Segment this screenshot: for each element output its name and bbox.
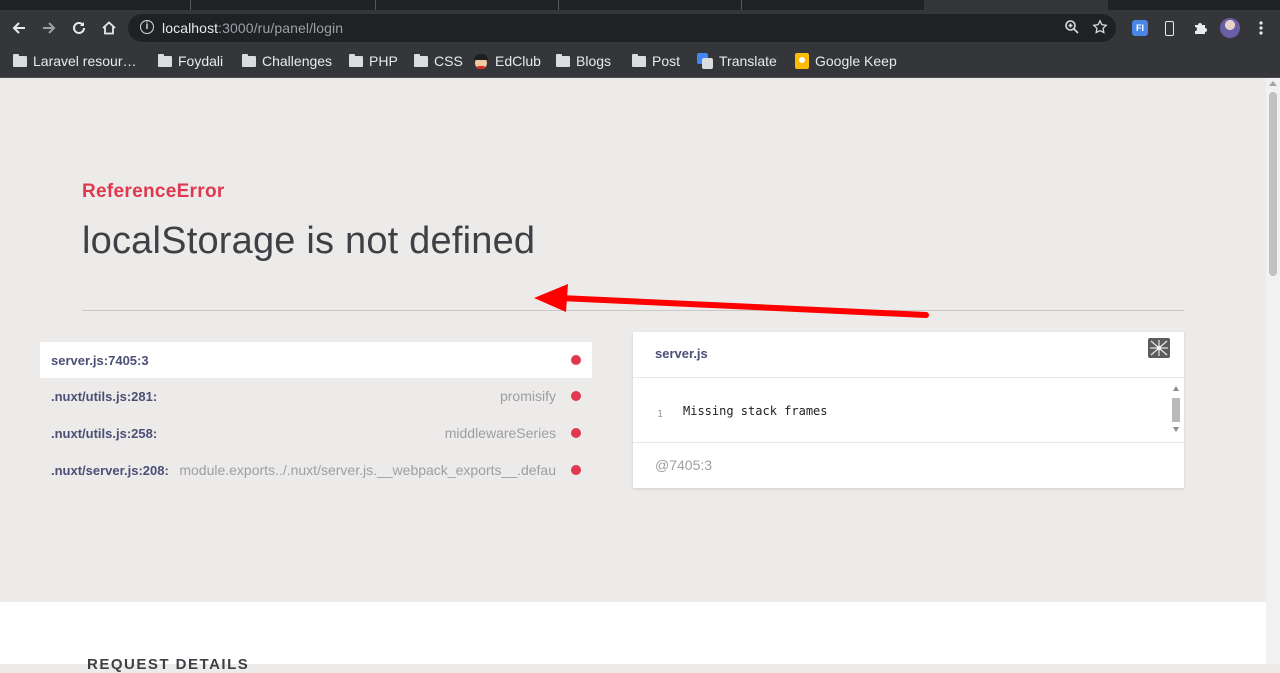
folder-icon [158,53,172,67]
reload-icon[interactable] [68,17,90,39]
page-scrollbar[interactable] [1266,78,1280,664]
puzzle-icon[interactable] [1191,18,1209,38]
stack-frame[interactable]: .nuxt/server.js:208: module.exports../.n… [40,452,592,488]
bookmarks-bar: Laravel resour… Foydali Challenges PHP C… [0,46,1280,78]
frame-location: server.js:7405:3 [51,352,149,368]
folder-icon [242,53,256,67]
url-text: localhost:3000/ru/panel/login [162,20,343,36]
forward-arrow-icon[interactable] [38,17,60,39]
frame-location: .nuxt/utils.js:258: [51,425,158,441]
bookmark-edclub[interactable]: EdClub [473,51,541,71]
address-bar[interactable]: i localhost:3000/ru/panel/login [128,14,1116,42]
stack-frame[interactable]: .nuxt/utils.js:281: promisify [40,378,592,414]
request-details-section: REQUEST DETAILS [0,602,1266,673]
browser-toolbar: i localhost:3000/ru/panel/login FI [0,10,1280,46]
tab-strip [0,0,1280,10]
bookmark-blogs[interactable]: Blogs [556,51,611,71]
url-host: localhost [162,20,219,36]
bookmark-foydali[interactable]: Foydali [158,51,223,71]
frame-dot-icon [571,355,581,365]
frame-function: module.exports../.nuxt/server.js.__webpa… [179,462,556,478]
line-number: 1 [657,409,664,420]
bookmark-label: Translate [719,53,777,69]
scroll-up-icon[interactable] [1269,81,1277,86]
frame-function: middlewareSeries [444,425,556,441]
star-icon[interactable] [1092,19,1108,39]
tab-separator [558,0,559,10]
annotation-arrow [534,284,929,318]
back-arrow-icon[interactable] [8,17,30,39]
folder-icon [414,53,428,67]
code-panel: server.js 1 Missing stack frames @7405:3 [633,332,1184,488]
bookmark-label: CSS [434,53,463,69]
folder-icon [556,53,570,67]
code-scrollbar[interactable] [1170,386,1182,434]
active-tab[interactable] [924,0,1108,10]
stack-frame[interactable]: server.js:7405:3 [40,342,592,378]
bookmark-label: EdClub [495,53,541,69]
folder-icon [349,53,363,67]
bookmark-label: Challenges [262,53,333,69]
bookmark-label: PHP [369,53,398,69]
url-path: :3000/ru/panel/login [218,20,344,36]
bookmark-label: Foydali [178,53,224,69]
bookmark-css[interactable]: CSS [414,51,463,71]
error-message: localStorage is not defined [82,220,536,262]
tab-separator [741,0,742,10]
home-icon[interactable] [98,17,120,39]
frame-dot-icon [571,465,581,475]
edclub-icon [473,53,489,69]
frame-function: promisify [499,388,556,404]
code-view[interactable]: 1 Missing stack frames [633,378,1184,442]
bookmark-laravel[interactable]: Laravel resour… [13,51,137,71]
google-keep-icon [795,53,809,69]
info-icon[interactable]: i [140,20,154,34]
frame-location: .nuxt/utils.js:281: [51,388,158,404]
bookmark-translate[interactable]: Translate [697,51,777,71]
request-details-heading: REQUEST DETAILS [87,656,250,673]
frame-location: .nuxt/server.js:208: [51,462,169,478]
zoom-icon[interactable] [1064,19,1080,39]
folder-icon [13,53,27,67]
divider [633,442,1184,443]
frame-dot-icon [571,428,581,438]
tab-separator [190,0,191,10]
kebab-menu-icon[interactable] [1254,18,1268,38]
scroll-thumb[interactable] [1172,398,1180,422]
bookmark-php[interactable]: PHP [349,51,398,71]
scroll-thumb[interactable] [1269,92,1277,276]
error-page: ReferenceError localStorage is not defin… [0,78,1266,673]
avatar[interactable] [1220,18,1240,38]
scroll-up-icon[interactable] [1173,386,1179,391]
frame-dot-icon [571,391,581,401]
error-type: ReferenceError [82,181,225,202]
code-position: @7405:3 [655,457,713,473]
translate-icon [697,53,713,69]
scroll-down-icon[interactable] [1173,427,1179,432]
bookmark-google-keep[interactable]: Google Keep [795,51,897,71]
bookmark-label: Google Keep [815,53,897,69]
folder-icon [632,53,646,67]
bookmark-post[interactable]: Post [632,51,680,71]
tab-separator [375,0,376,10]
open-in-editor-icon[interactable] [1148,338,1170,358]
code-line: Missing stack frames [683,404,828,418]
extension-fi-icon[interactable]: FI [1131,18,1149,38]
bookmark-label: Blogs [576,53,612,69]
device-icon[interactable] [1162,18,1176,38]
code-file-name: server.js [655,346,708,361]
extension-badge: FI [1132,20,1148,36]
bookmark-label: Laravel resour… [33,53,137,69]
bookmark-challenges[interactable]: Challenges [242,51,332,71]
stack-frame[interactable]: .nuxt/utils.js:258: middlewareSeries [40,415,592,451]
bookmark-label: Post [652,53,681,69]
